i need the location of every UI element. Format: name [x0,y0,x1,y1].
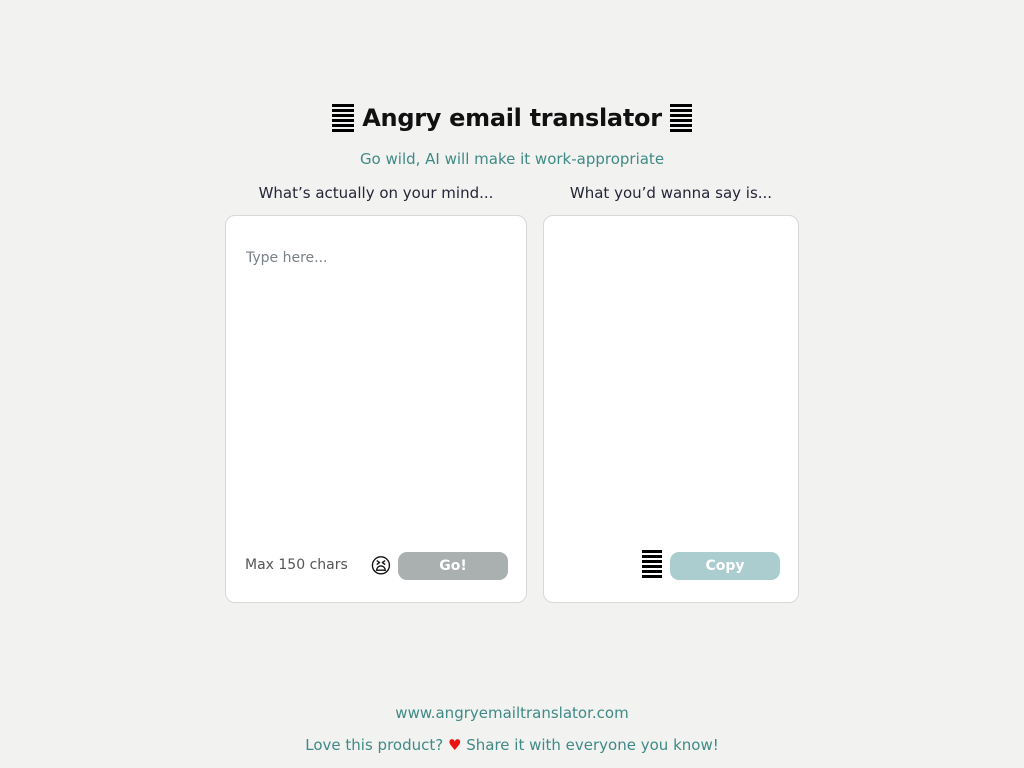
stacked-lines-icon-right [669,104,692,132]
share-link[interactable]: Share it with everyone you know! [466,736,719,754]
max-chars-hint: Max 150 chars [245,557,348,573]
output-card: Copy [543,215,799,603]
footer-url-link[interactable]: www.angryemailtranslator.com [0,704,1024,722]
angry-text-input[interactable] [246,250,508,540]
input-card: Max 150 chars 😫 Go! [225,215,527,603]
page-title: Angry email translator [362,104,662,132]
page: Angry email translator Go wild, AI will … [0,0,1024,768]
output-panel-label: What you’d wanna say is... [569,184,773,202]
tired-face-icon: 😫 [370,554,392,578]
translated-output [564,250,780,540]
header: Angry email translator [0,100,1024,136]
share-text-before: Love this product? [305,736,444,754]
input-panel-label: What’s actually on your mind... [258,184,494,202]
go-button[interactable]: Go! [398,552,508,580]
stacked-lines-icon-copy [642,550,662,578]
heart-icon: ♥ [447,736,462,754]
copy-button[interactable]: Copy [670,552,780,580]
page-subtitle: Go wild, AI will make it work-appropriat… [359,150,665,168]
stacked-lines-icon-left [332,104,355,132]
footer-share: Love this product? ♥ Share it with every… [0,736,1024,754]
